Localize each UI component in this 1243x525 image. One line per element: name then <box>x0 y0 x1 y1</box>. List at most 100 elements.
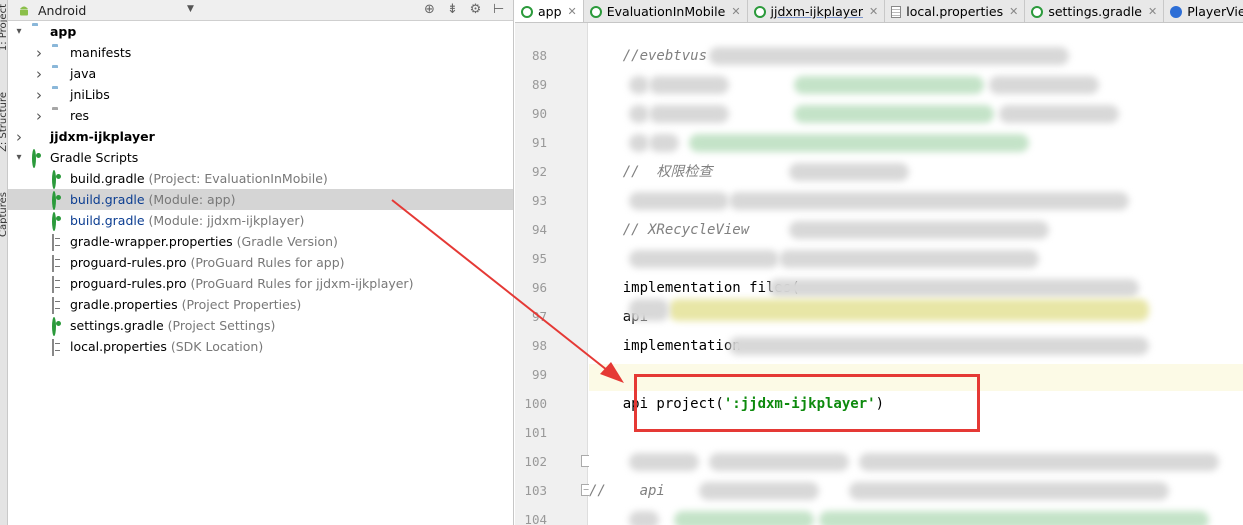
close-tab-icon[interactable]: ✕ <box>1148 5 1157 18</box>
tree-label: proguard-rules.pro (ProGuard Rules for a… <box>70 255 345 270</box>
editor-tab[interactable]: jjdxm-ijkplayer ✕ <box>748 0 886 22</box>
redacted-code <box>794 76 984 94</box>
tree-row[interactable]: proguard-rules.pro (ProGuard Rules for j… <box>8 273 513 294</box>
redacted-code <box>859 453 1219 471</box>
properties-file-icon <box>52 297 66 314</box>
tab-label: app <box>538 4 562 19</box>
tree-item-hint: (SDK Location) <box>166 339 264 354</box>
tree-row[interactable]: gradle-wrapper.properties (Gradle Versio… <box>8 231 513 252</box>
gradle-icon <box>521 5 533 18</box>
hide-panel-icon[interactable]: ⊢ <box>490 2 507 18</box>
line-number: 95 <box>531 251 547 266</box>
tree-item-name: build.gradle <box>70 171 145 186</box>
view-mode-dropdown-icon[interactable]: ▼ <box>187 4 194 14</box>
tree-row[interactable]: settings.gradle (Project Settings) <box>8 315 513 336</box>
tree-label: manifests <box>70 45 131 60</box>
tree-row[interactable]: ▾ Gradle Scripts <box>8 147 513 168</box>
line-number: 88 <box>531 48 547 63</box>
code-text: // 权限检查 <box>589 164 713 180</box>
tree-label: jniLibs <box>70 87 110 102</box>
code-line[interactable]: // 权限检查 <box>589 162 1243 182</box>
tree-row[interactable]: local.properties (SDK Location) <box>8 336 513 357</box>
redacted-code <box>629 105 649 123</box>
project-view-mode[interactable]: Android <box>38 3 86 18</box>
editor-tab[interactable]: PlayerView <box>1164 0 1243 22</box>
line-number: 100 <box>524 396 547 411</box>
resource-folder-icon <box>52 109 66 123</box>
collapsed-arrow-icon[interactable]: › <box>34 44 44 62</box>
redacted-code <box>709 453 849 471</box>
redacted-code <box>699 482 819 500</box>
scroll-from-source-icon[interactable]: ⊕ <box>421 2 438 18</box>
tree-row[interactable]: › jjdxm-ijkplayer <box>8 126 513 147</box>
redacted-code <box>629 134 649 152</box>
project-panel-header: Android ▼ ⊕ ⇟ ⚙ ⊢ <box>8 0 513 21</box>
tree-row[interactable]: build.gradle (Module: jjdxm-ijkplayer) <box>8 210 513 231</box>
redacted-code <box>629 192 729 210</box>
redacted-code <box>689 134 1029 152</box>
tab-label: PlayerView <box>1187 4 1243 19</box>
tab-label: jjdxm-ijkplayer <box>770 4 863 19</box>
tree-item-name: build.gradle <box>70 192 145 207</box>
tree-item-hint: (Module: jjdxm-ijkplayer) <box>144 213 305 228</box>
close-tab-icon[interactable]: ✕ <box>731 5 740 18</box>
redacted-code <box>849 482 1169 500</box>
collapsed-arrow-icon[interactable]: › <box>34 65 44 83</box>
tree-row[interactable]: › jniLibs <box>8 84 513 105</box>
tree-item-hint: (Module: app) <box>144 192 236 207</box>
tree-label: res <box>70 108 89 123</box>
editor-tab[interactable]: EvaluationInMobile ✕ <box>584 0 748 22</box>
code-editor[interactable]: //evebtvus // 权限检查 // XRecycleView imple… <box>589 23 1243 525</box>
folder-icon <box>52 67 66 81</box>
line-number: 97 <box>531 309 547 324</box>
gradle-icon <box>52 212 66 231</box>
tree-row[interactable]: gradle.properties (Project Properties) <box>8 294 513 315</box>
tool-tab-captures[interactable]: Captures <box>0 192 7 237</box>
line-number: 104 <box>524 512 547 525</box>
expanded-arrow-icon[interactable]: ▾ <box>14 26 24 37</box>
collapsed-arrow-icon[interactable]: › <box>14 128 24 146</box>
redacted-code <box>819 511 1209 525</box>
expanded-arrow-icon[interactable]: ▾ <box>14 152 24 163</box>
tree-row[interactable]: › res <box>8 105 513 126</box>
tree-item-hint: (ProGuard Rules for jjdxm-ijkplayer) <box>186 276 414 291</box>
close-tab-icon[interactable]: ✕ <box>568 5 577 18</box>
properties-file-icon <box>52 255 66 272</box>
tree-row[interactable]: › manifests <box>8 42 513 63</box>
tree-row[interactable]: › java <box>8 63 513 84</box>
collapse-all-icon[interactable]: ⇟ <box>444 2 461 18</box>
editor-tab[interactable]: app ✕ <box>515 0 584 22</box>
tree-row[interactable]: build.gradle (Project: EvaluationInMobil… <box>8 168 513 189</box>
redacted-code <box>789 163 909 181</box>
tree-item-name: gradle-wrapper.properties <box>70 234 233 249</box>
redacted-code <box>629 76 649 94</box>
editor-tab[interactable]: local.properties ✕ <box>885 0 1026 22</box>
tree-item-name: local.properties <box>70 339 167 354</box>
module-icon <box>32 25 46 39</box>
close-tab-icon[interactable]: ✕ <box>869 5 878 18</box>
tree-item-name: proguard-rules.pro <box>70 255 187 270</box>
close-tab-icon[interactable]: ✕ <box>1009 5 1018 18</box>
tree-item-name: gradle.properties <box>70 297 178 312</box>
settings-gear-icon[interactable]: ⚙ <box>467 2 484 18</box>
tree-row[interactable]: build.gradle (Module: app) <box>8 189 513 210</box>
collapsed-arrow-icon[interactable]: › <box>34 86 44 104</box>
project-panel: Android ▼ ⊕ ⇟ ⚙ ⊢ ▾ app › manifests › java › jn… <box>8 0 514 525</box>
line-number: 92 <box>531 164 547 179</box>
editor-tab[interactable]: settings.gradle ✕ <box>1025 0 1165 22</box>
redacted-code <box>729 192 1129 210</box>
tree-item-hint: (Project: EvaluationInMobile) <box>144 171 328 186</box>
line-number: 96 <box>531 280 547 295</box>
gradle-icon <box>52 191 66 210</box>
editor-gutter: 88 89 90 91 92 93 94 95 96 97 98 99 100 101 102 103 104− <box>515 23 611 525</box>
tree-item-name: proguard-rules.pro <box>70 276 187 291</box>
line-number: 91 <box>531 135 547 150</box>
tree-item-name: java <box>70 66 97 81</box>
properties-file-icon <box>52 234 66 251</box>
tree-row[interactable]: ▾ app <box>8 21 513 42</box>
tool-tab-structure[interactable]: Z: Structure <box>0 92 7 152</box>
class-icon <box>1170 5 1183 18</box>
tool-tab-project[interactable]: 1: Project <box>0 4 7 51</box>
tree-row[interactable]: proguard-rules.pro (ProGuard Rules for a… <box>8 252 513 273</box>
collapsed-arrow-icon[interactable]: › <box>34 107 44 125</box>
